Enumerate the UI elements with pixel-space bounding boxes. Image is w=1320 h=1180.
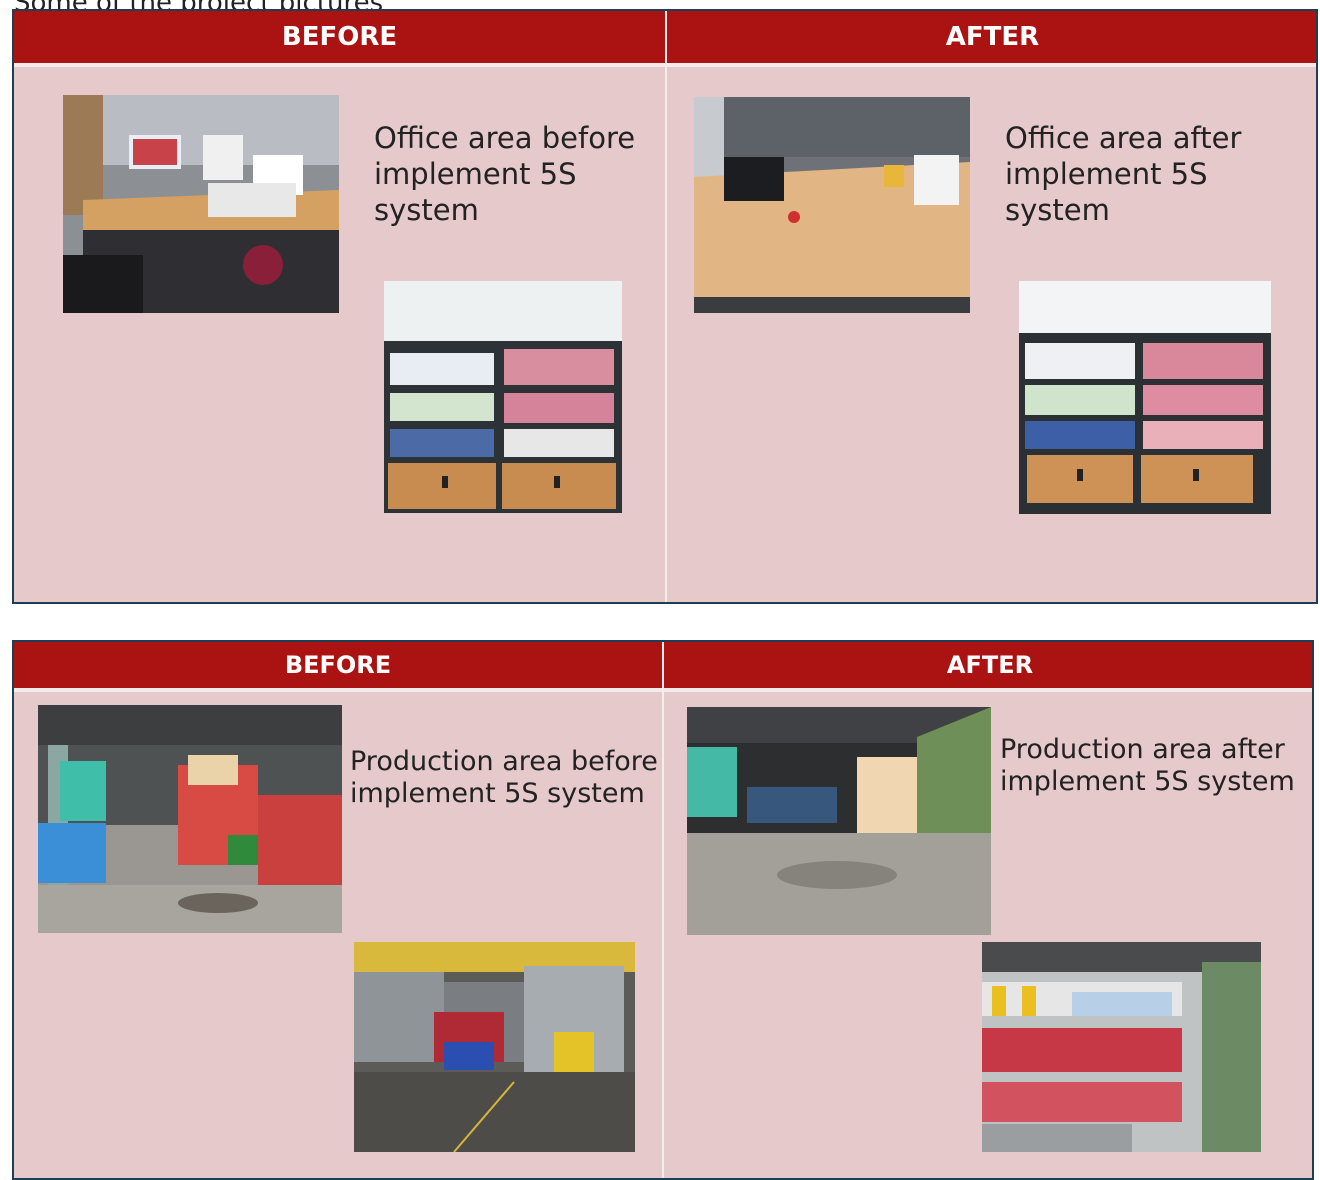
after-header: AFTER bbox=[664, 642, 1312, 692]
before-header: BEFORE bbox=[14, 642, 662, 692]
office-before-description: Office area before implement 5S system bbox=[374, 121, 636, 227]
office-desk-after-photo bbox=[694, 97, 970, 313]
production-floor-before-photo bbox=[38, 705, 342, 933]
storage-after-photo bbox=[982, 942, 1261, 1152]
storage-before-photo bbox=[354, 942, 635, 1152]
production-floor-after-photo bbox=[687, 707, 991, 935]
before-header: BEFORE bbox=[14, 11, 665, 67]
office-desk-before-photo bbox=[63, 95, 339, 313]
column-divider bbox=[665, 11, 667, 602]
column-divider bbox=[662, 642, 664, 1178]
production-after-description: Production area after implement 5S syste… bbox=[1000, 734, 1295, 798]
production-before-description: Production area before implement 5S syst… bbox=[350, 746, 658, 810]
production-comparison-panel: BEFORE AFTER Production area before impl… bbox=[12, 640, 1314, 1180]
office-after-description: Office area after implement 5S system bbox=[1005, 121, 1242, 227]
office-shelf-before-photo bbox=[384, 281, 622, 513]
after-header: AFTER bbox=[667, 11, 1316, 67]
office-shelf-after-photo bbox=[1019, 281, 1271, 514]
office-comparison-panel: BEFORE AFTER Office area before implemen… bbox=[12, 9, 1318, 604]
